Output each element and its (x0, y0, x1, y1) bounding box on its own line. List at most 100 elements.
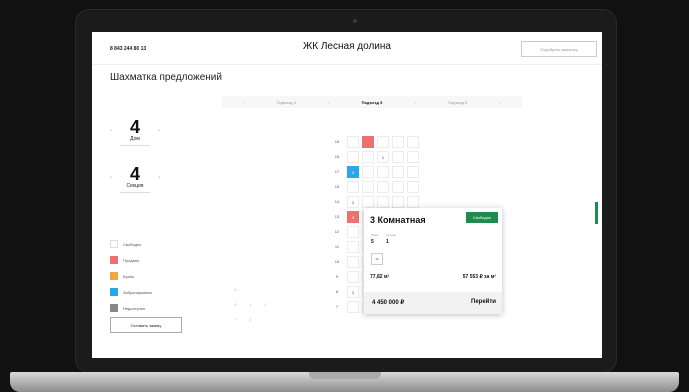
legend-label: Продано (123, 257, 140, 263)
entrance-switcher: ‹ Подъезд 4 ‹ Подъезд 5 › Подъезд 6 › (222, 96, 522, 108)
apartment-cell[interactable] (377, 135, 389, 148)
section-field-label: Секция (386, 233, 397, 237)
apartment-cell[interactable]: 3 (347, 165, 359, 178)
legend-swatch-free (110, 240, 118, 248)
apartment-cell[interactable] (392, 180, 404, 193)
entrance-tab-5[interactable]: Подъезд 5 (351, 100, 394, 105)
floor-label: Этаж (371, 233, 379, 237)
status-legend: Свободно Продано Бронь Забронировано Нед… (110, 236, 152, 316)
apartment-cell[interactable] (392, 195, 404, 208)
house-next-icon[interactable]: › (158, 128, 160, 134)
apartment-popup-card: 3 Комнатная Свободно Этаж Секция 5 1 3k … (364, 208, 502, 314)
apartment-cell[interactable] (392, 135, 404, 148)
apartment-cell[interactable] (377, 195, 389, 208)
floor-number: 7 (335, 304, 339, 309)
apartment-cell[interactable] (407, 150, 419, 163)
arrow-icon[interactable]: ‹ (308, 100, 351, 105)
legend-item: Бронь (110, 268, 152, 284)
webcam-dot (353, 19, 357, 23)
floor-number: 11 (334, 244, 340, 249)
apartment-cell[interactable] (347, 300, 359, 313)
floor-row: 15 (330, 179, 464, 194)
apartment-cell[interactable] (362, 180, 374, 193)
apartment-cell[interactable] (347, 135, 359, 148)
floor-number: 9 (335, 274, 339, 279)
legend-swatch-unavailable (110, 304, 118, 312)
apartment-cell[interactable] (407, 195, 419, 208)
apartment-cell[interactable]: 3 (347, 210, 359, 223)
apartment-cell[interactable] (347, 225, 359, 238)
legend-swatch-sold (110, 256, 118, 264)
apartment-cell[interactable] (347, 270, 359, 283)
apartment-cell[interactable] (347, 240, 359, 253)
apartment-area: 77,82 м² (370, 274, 390, 280)
section-divider (120, 192, 150, 193)
legend-item: Забронировано (110, 284, 152, 300)
apartment-cell[interactable] (407, 165, 419, 178)
apartment-cell[interactable] (407, 180, 419, 193)
floor-row: 14 1 (330, 194, 464, 209)
floor-number: 15 (334, 154, 340, 159)
section-selector: ‹ › 4 Секция (110, 165, 160, 196)
floor-number: 8 (335, 289, 339, 294)
legend-label: Бронь (123, 273, 135, 279)
apartment-cell[interactable] (362, 135, 374, 148)
legend-label: Недоступно (123, 305, 146, 311)
legend-label: Свободно (123, 241, 142, 247)
apartment-cell[interactable]: 1 (347, 195, 359, 208)
apartment-cell[interactable] (347, 255, 359, 268)
legend-item: Недоступно (110, 300, 152, 316)
card-title: 3 Комнатная (370, 215, 426, 225)
legend-swatch-hold (110, 272, 118, 280)
neighbor-entrance-grid: 8 811 71 (234, 287, 267, 322)
pick-apartment-button[interactable]: Подобрать квартиру (521, 41, 597, 57)
apartment-cell[interactable] (377, 180, 389, 193)
apartment-cell[interactable] (377, 165, 389, 178)
apartment-cell[interactable] (347, 150, 359, 163)
legend-item: Продано (110, 252, 152, 268)
section-next-icon[interactable]: › (158, 175, 160, 181)
apartment-cell[interactable] (392, 165, 404, 178)
house-prev-icon[interactable]: ‹ (110, 128, 112, 134)
house-arrows: ‹ › (110, 128, 160, 134)
rooms-badge: 3k (371, 253, 383, 265)
section-arrows: ‹ › (110, 175, 160, 181)
arrow-icon[interactable]: › (393, 100, 436, 105)
header-divider (92, 64, 602, 65)
status-badge: Свободно (466, 212, 498, 223)
go-to-apartment-link[interactable]: Перейти (471, 299, 496, 305)
house-label: Дом (130, 136, 140, 142)
scrollbar-handle[interactable] (595, 202, 598, 224)
legend-label: Забронировано (123, 289, 153, 295)
floor-number: 16 (334, 139, 340, 144)
price-per-m2: 57 553 ₽ за м² (462, 274, 496, 280)
apartment-cell[interactable] (407, 135, 419, 148)
apartment-cell[interactable] (392, 150, 404, 163)
leave-request-button[interactable]: Оставить заявку (110, 317, 182, 333)
apartment-cell[interactable] (362, 150, 374, 163)
apartment-price: 4 450 000 ₽ (372, 300, 405, 306)
floor-number: 10 (334, 259, 340, 264)
section-prev-icon[interactable]: ‹ (110, 175, 112, 181)
floor-value: 5 (371, 239, 374, 245)
section-label: Секция (126, 183, 144, 189)
legend-swatch-reserved (110, 288, 118, 296)
apartment-cell[interactable]: 1 (347, 285, 359, 298)
section-heading: Шахматка предложений (110, 72, 222, 83)
apartment-cell[interactable] (362, 195, 374, 208)
house-divider (120, 145, 150, 146)
card-footer: 4 450 000 ₽ Перейти (364, 292, 502, 314)
floor-row: 15 1 (330, 149, 464, 164)
entrance-tab-4[interactable]: Подъезд 4 (265, 100, 308, 105)
legend-item: Свободно (110, 236, 152, 252)
prev-entrance-arrow-icon[interactable]: ‹ (222, 100, 265, 105)
floor-row: 16 (330, 134, 464, 149)
entrance-tab-6[interactable]: Подъезд 6 (436, 100, 479, 105)
apartment-cell[interactable] (347, 180, 359, 193)
house-selector: ‹ › 4 Дом (110, 118, 160, 149)
apartment-cell[interactable] (362, 165, 374, 178)
floor-row: 17 3 (330, 164, 464, 179)
next-entrance-arrow-icon[interactable]: › (479, 100, 522, 105)
floor-number: 12 (334, 229, 340, 234)
apartment-cell[interactable]: 1 (377, 150, 389, 163)
